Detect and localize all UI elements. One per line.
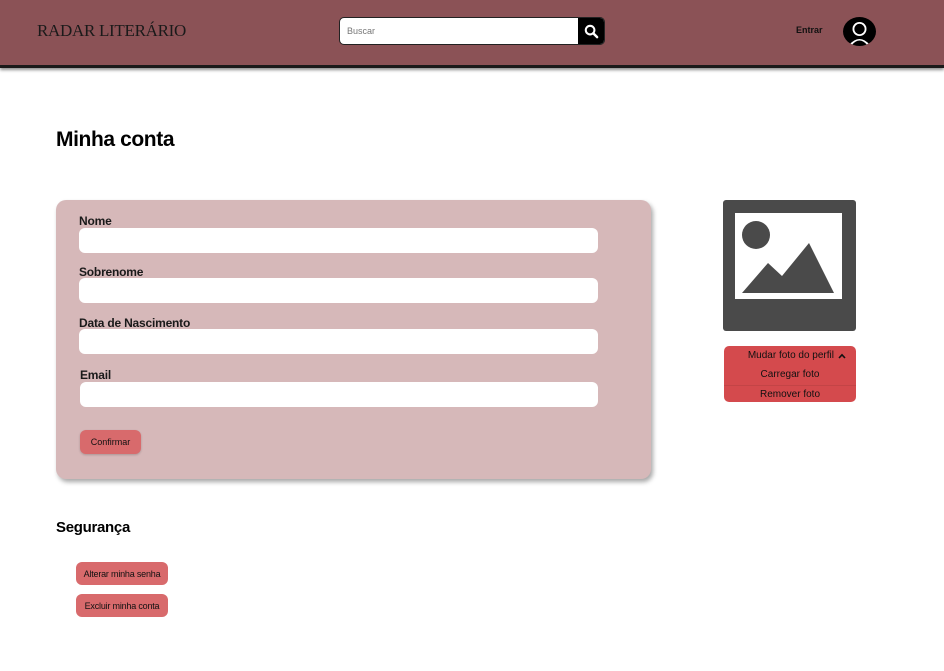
first-name-label: Nome [79,214,112,228]
email-label: Email [80,368,112,382]
search-icon [584,24,598,38]
site-logo[interactable]: RADAR LITERÁRIO [37,21,186,41]
top-header: RADAR LITERÁRIO Entrar [0,0,944,68]
email-field[interactable] [80,382,598,407]
change-photo-label: Mudar foto do perfil [747,350,834,361]
upload-photo-item[interactable]: Carregar foto [724,366,856,384]
last-name-label: Sobrenome [79,265,144,279]
search-bar [339,17,605,45]
birth-date-label: Data de Nascimento [79,316,191,330]
change-photo-menu: Mudar foto do perfil Carregar foto Remov… [724,346,856,402]
profile-photo [723,200,856,331]
change-photo-toggle[interactable]: Mudar foto do perfil [724,347,856,365]
user-avatar-button[interactable] [843,17,876,46]
birth-date-field[interactable] [79,329,598,354]
page-title: Minha conta [56,128,175,151]
search-input[interactable] [340,18,579,44]
delete-account-button[interactable]: Excluir minha conta [76,594,168,617]
login-link[interactable]: Entrar [796,25,823,35]
search-button[interactable] [578,18,604,44]
first-name-field[interactable] [79,228,598,253]
account-form-card: Nome Sobrenome Data de Nascimento Email … [56,200,651,479]
change-password-button[interactable]: Alterar minha senha [76,562,168,585]
remove-photo-item[interactable]: Remover foto [724,385,856,402]
chevron-up-icon [838,353,846,359]
user-avatar-icon [849,22,870,45]
confirm-button[interactable]: Confirmar [80,430,141,454]
image-placeholder-icon [735,213,842,299]
security-title: Segurança [56,519,130,536]
last-name-field[interactable] [79,278,598,303]
